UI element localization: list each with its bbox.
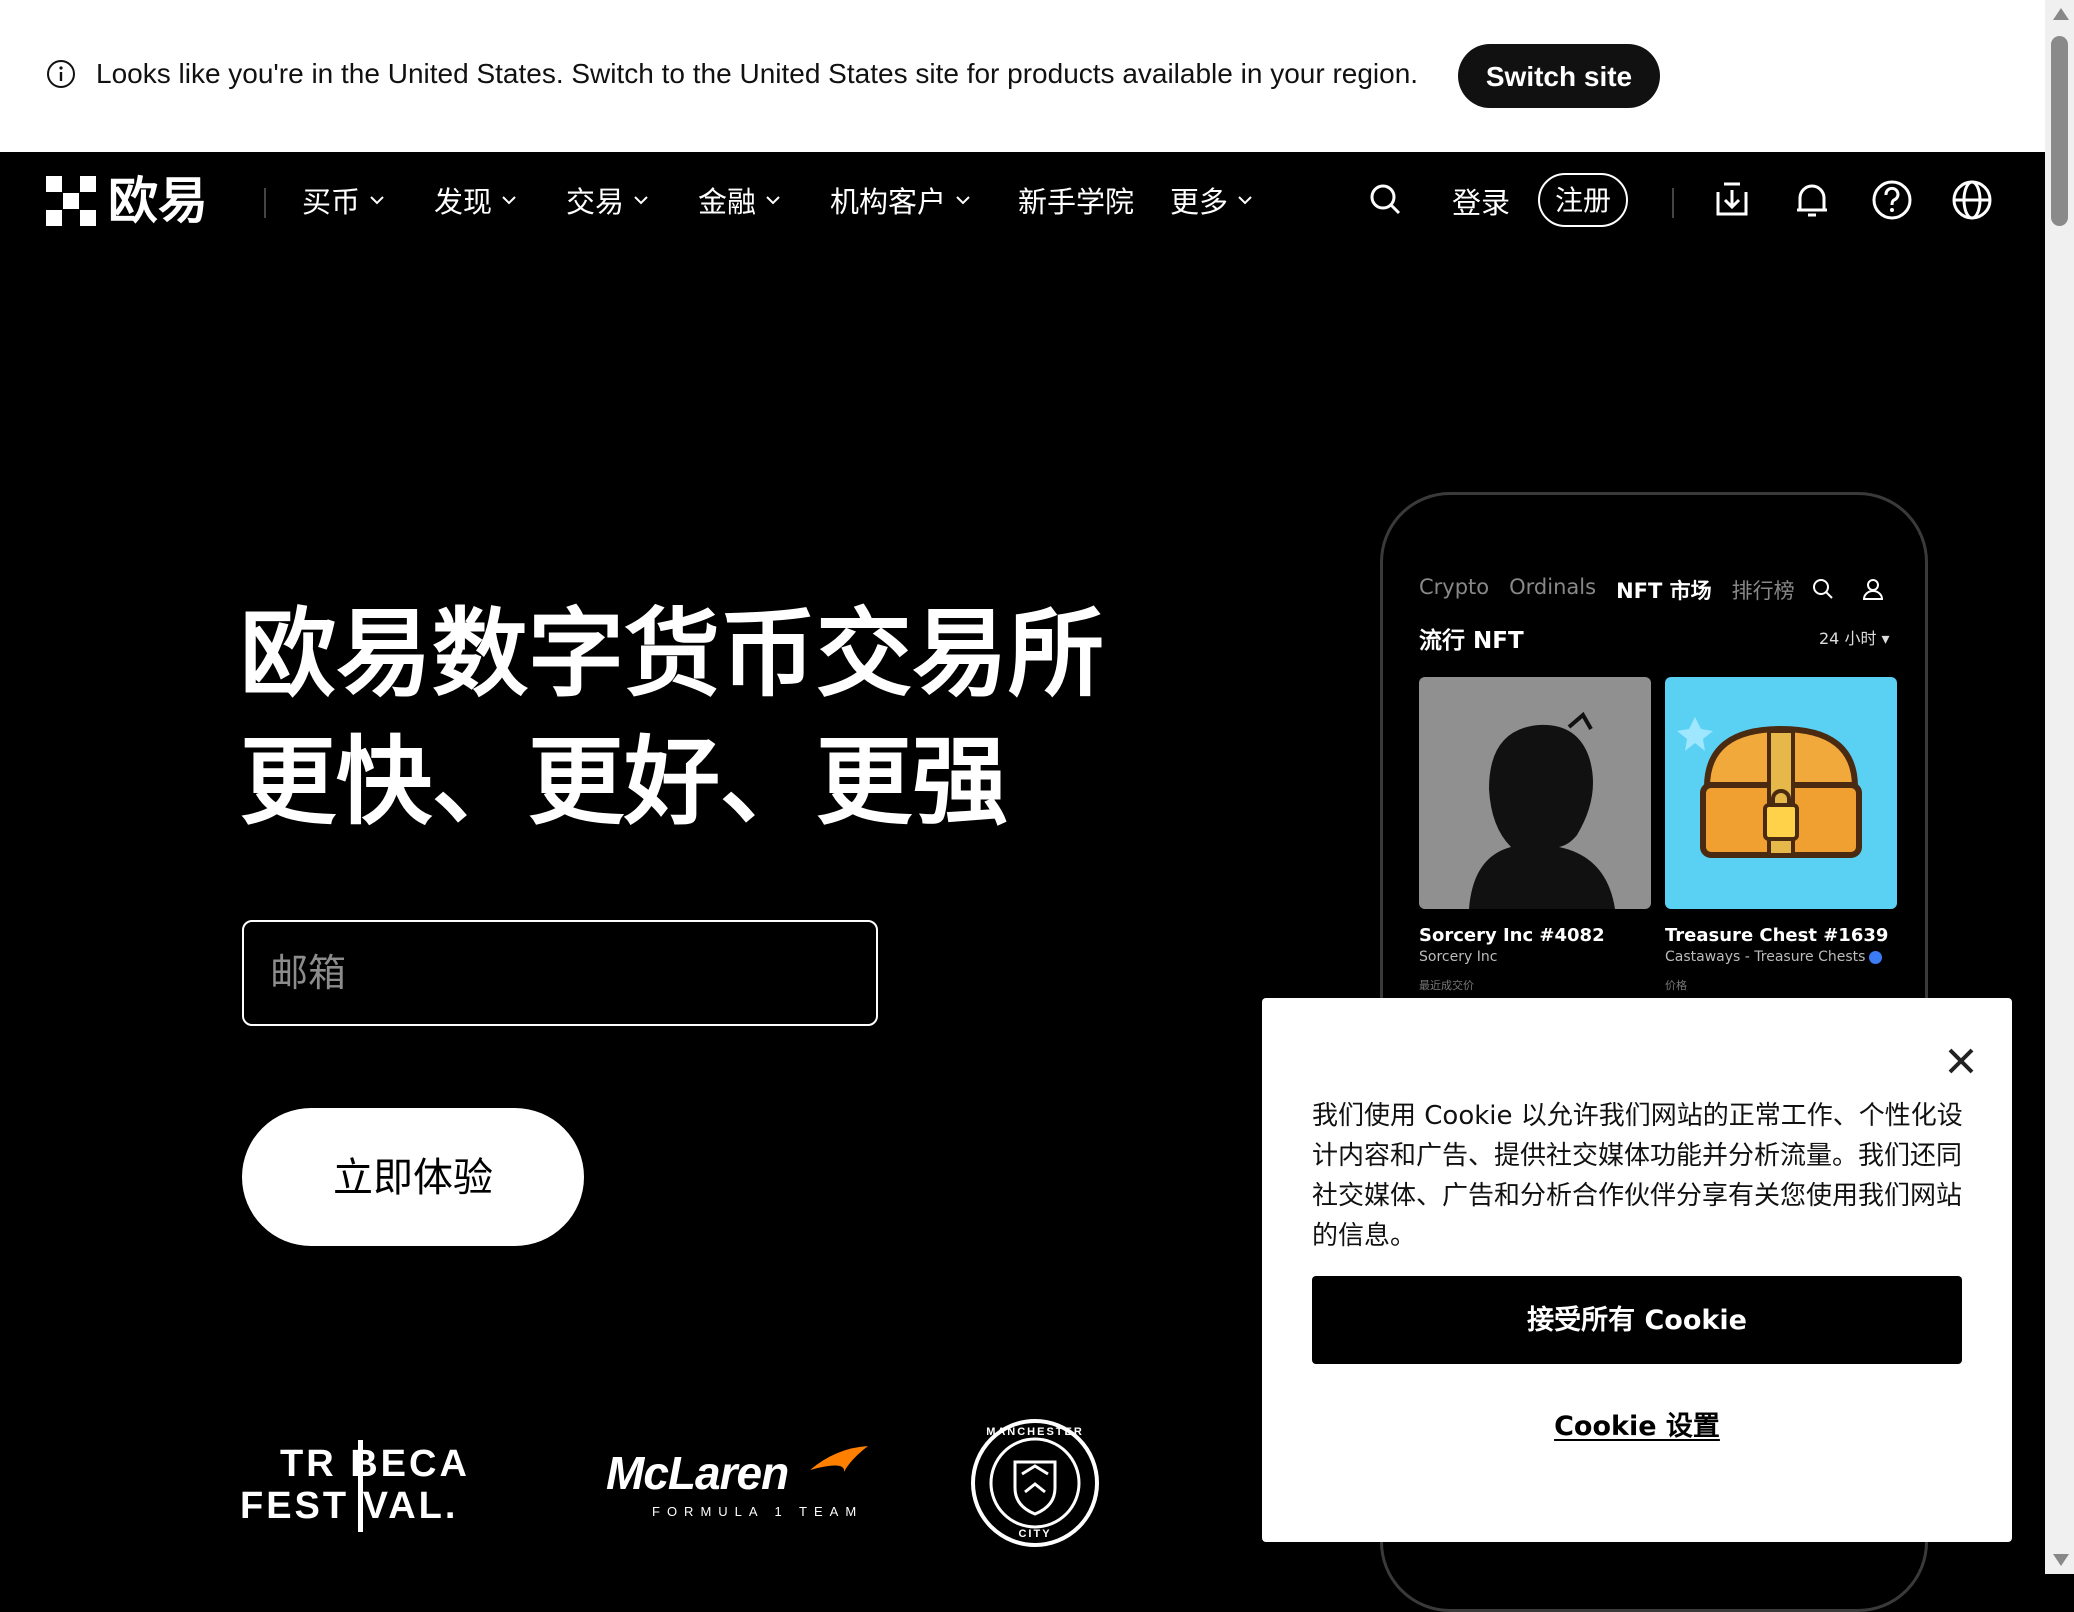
mclaren-logo-sub: FORMULA 1 TEAM: [652, 1504, 864, 1519]
okx-logo-mark-icon: [46, 176, 96, 226]
mclaren-logo: McLaren FORMULA 1 TEAM: [606, 1446, 868, 1520]
nav-item-buy-crypto[interactable]: 买币: [302, 178, 386, 222]
hero-title-line1: 欧易数字货币交易所: [240, 598, 1104, 710]
phone-search-icon: [1813, 579, 1833, 599]
globe-icon[interactable]: [1950, 178, 1994, 222]
phone-user-icon: [1862, 579, 1884, 600]
chevron-down-icon: [1238, 196, 1252, 205]
nft-collection: Sorcery Inc: [1419, 949, 1498, 965]
info-icon: [47, 60, 75, 88]
nav-item-label: 发现: [434, 185, 493, 219]
nft-image-sorcery: [1419, 677, 1651, 909]
chevron-down-icon: [766, 196, 780, 205]
geo-banner: Looks like you're in the United States. …: [0, 0, 2045, 152]
hero-title-line2: 更快、更好、更强: [240, 726, 1008, 838]
phone-tab: 排行榜: [1731, 579, 1795, 603]
nav-item-academy[interactable]: 新手学院: [1018, 178, 1134, 222]
mclaren-swoosh-icon: [810, 1446, 868, 1472]
mclaren-logo-name: McLaren: [606, 1447, 789, 1499]
okx-logo[interactable]: 欧易: [46, 176, 208, 226]
chevron-down-icon: [502, 196, 516, 205]
nav-item-label: 更多: [1170, 185, 1229, 219]
register-button[interactable]: 注册: [1538, 173, 1628, 227]
nav-divider: [1672, 188, 1674, 218]
switch-site-button[interactable]: Switch site: [1458, 44, 1660, 108]
phone-tab: Crypto: [1419, 575, 1490, 599]
cookie-settings-link[interactable]: Cookie 设置: [1262, 1404, 2012, 1443]
logo-text: 欧易: [108, 172, 208, 230]
tribeca-festival-logo: TR BECA FEST VAL.: [240, 1440, 502, 1532]
verified-badge-icon: [1869, 950, 1883, 964]
treasure-chest-icon: [1677, 717, 1862, 858]
close-icon[interactable]: [1944, 1044, 1978, 1078]
nav-divider: [264, 188, 266, 218]
search-icon[interactable]: [1364, 178, 1408, 222]
bell-icon[interactable]: [1790, 178, 1834, 222]
manchester-city-logo: MANCHESTER CITY: [970, 1418, 1100, 1548]
cookie-consent-dialog: 我们使用 Cookie 以允许我们网站的正常工作、个性化设计内容和广告、提供社交…: [1262, 998, 2012, 1542]
nft-image-treasure-chest: [1665, 677, 1897, 909]
page-scrollbar[interactable]: [2045, 0, 2074, 1574]
nav-item-trade[interactable]: 交易: [566, 178, 650, 222]
manchester-city-top-text: MANCHESTER: [986, 1426, 1084, 1438]
nft-price-label: 价格: [1665, 979, 1687, 992]
geo-message: Looks like you're in the United States. …: [96, 58, 1419, 89]
nav-item-label: 机构客户: [830, 185, 947, 219]
phone-tab: Ordinals: [1509, 575, 1597, 599]
chevron-down-icon: [956, 196, 970, 205]
nav-item-finance[interactable]: 金融: [698, 178, 782, 222]
tribeca-logo-top: TR BECA: [280, 1443, 470, 1485]
hero-title: 欧易数字货币交易所 更快、更好、更强: [240, 590, 1104, 846]
scroll-down-arrow-icon[interactable]: [2053, 1554, 2069, 1566]
chevron-down-icon: [634, 196, 648, 205]
chevron-down-icon: [370, 196, 384, 205]
phone-section-title: 流行 NFT: [1419, 628, 1524, 654]
phone-time-range: 24 小时 ▾: [1819, 629, 1890, 648]
scroll-thumb[interactable]: [2051, 36, 2068, 226]
cookie-notice-text: 我们使用 Cookie 以允许我们网站的正常工作、个性化设计内容和广告、提供社交…: [1312, 1101, 1963, 1251]
phone-tab-bar: Crypto Ordinals NFT 市场 排行榜: [1419, 575, 1795, 605]
nav-item-more[interactable]: 更多: [1170, 178, 1254, 222]
accept-all-cookies-button[interactable]: 接受所有 Cookie: [1312, 1276, 1962, 1364]
nft-collection-text: Castaways - Treasure Chests: [1665, 949, 1866, 965]
nft-name: Treasure Chest #1639: [1665, 925, 1889, 946]
nft-price-label: 最近成交价: [1419, 979, 1474, 992]
download-icon[interactable]: [1710, 178, 1754, 222]
nft-name: Sorcery Inc #4082: [1419, 925, 1605, 946]
top-navbar: 欧易 买币 发现 交易 金融 机构客户 新手学院 更多 登录 注册: [0, 152, 2045, 248]
nav-item-discover[interactable]: 发现: [434, 178, 518, 222]
help-icon[interactable]: [1870, 178, 1914, 222]
phone-tab-active: NFT 市场: [1616, 579, 1712, 603]
login-link[interactable]: 登录: [1452, 180, 1510, 222]
nav-item-label: 金融: [698, 185, 757, 219]
nav-item-label: 买币: [302, 185, 361, 219]
tribeca-logo-bottom: FEST VAL.: [240, 1485, 459, 1527]
try-now-button[interactable]: 立即体验: [242, 1108, 584, 1246]
email-field[interactable]: [242, 920, 878, 1026]
silhouette-avatar-icon: [1469, 711, 1615, 909]
manchester-city-bottom-text: CITY: [1018, 1528, 1052, 1540]
nav-item-institutional[interactable]: 机构客户: [830, 178, 972, 222]
nav-item-label: 交易: [566, 185, 625, 219]
nav-item-label: 新手学院: [1018, 185, 1135, 219]
nft-collection: Castaways - Treasure Chests: [1665, 949, 1883, 965]
scroll-up-arrow-icon[interactable]: [2053, 8, 2069, 20]
